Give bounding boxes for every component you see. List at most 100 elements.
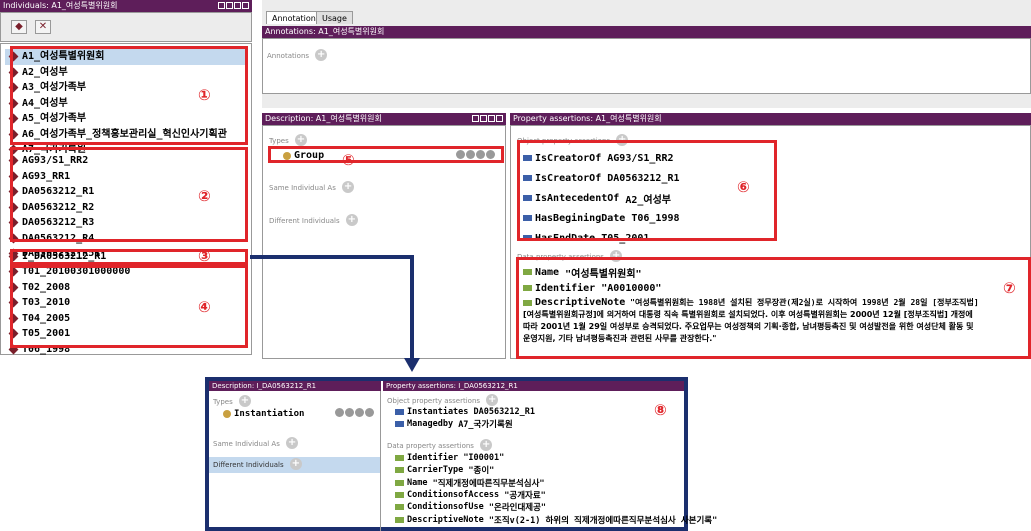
property-row[interactable]: ConditionsofUse "온라인대제공" — [395, 501, 717, 513]
bottom-data-label: Data property assertions — [387, 442, 474, 450]
bottom-class-icon — [223, 410, 231, 418]
bottom-add-same-icon[interactable]: + — [286, 437, 299, 449]
property-titlebar: Property assertions: A1_여성특별위원회 — [510, 113, 1031, 125]
bottom-data-list: Identifier "I00001" CarrierType "종이" Name … — [395, 452, 717, 526]
bottom-add-data-icon[interactable]: + — [480, 439, 493, 451]
highlight-box-5 — [268, 146, 504, 163]
property-value: "조직v(2-1) 하위의 직제개정에따른직무분석심사 사본기록" — [488, 515, 718, 526]
property-name: Instantiates — [407, 407, 469, 417]
annotations-label: Annotations — [267, 52, 310, 60]
bottom-types-label: Types — [213, 398, 233, 406]
property-name: Name — [407, 477, 428, 488]
tab-bar — [262, 0, 1031, 26]
link-arrow — [250, 255, 420, 372]
annotations-title: Annotations: A1_여성특별위원회 — [265, 27, 385, 36]
bottom-add-type-icon[interactable]: + — [238, 395, 251, 407]
callout-6: ⑥ — [737, 178, 750, 196]
object-prop-icon — [395, 421, 404, 427]
bottom-different-row[interactable]: Different Individuals + — [209, 457, 380, 473]
object-prop-icon — [395, 409, 404, 415]
highlight-box-4 — [10, 265, 248, 348]
types-label: Types — [269, 137, 289, 145]
property-value: "종이" — [468, 466, 495, 477]
property-row[interactable]: Instantiates DA0563212_R1 — [395, 406, 535, 418]
bottom-object-header: Object property assertions + — [387, 394, 499, 406]
property-value: DA0563212_R1 — [473, 407, 535, 417]
different-individuals-label: Different Individuals — [269, 217, 340, 225]
data-prop-icon — [395, 467, 404, 474]
property-value: "온라인대제공" — [488, 503, 547, 514]
property-value: "직제개정에따른직무분석심사" — [432, 478, 545, 489]
bottom-props-titlebar: Property assertions: I_DA0563212_R1 — [383, 381, 684, 391]
bottom-type-value: Instantiation — [234, 409, 305, 419]
data-prop-icon — [395, 492, 404, 499]
tab-usage[interactable]: Usage — [316, 11, 353, 24]
data-prop-icon — [395, 479, 404, 486]
same-individual-header: Same Individual As + — [269, 181, 355, 193]
bottom-add-different-icon[interactable]: + — [289, 458, 302, 470]
description-title: Description: A1_여성특별위원회 — [265, 114, 382, 123]
highlight-box-7 — [516, 257, 1031, 359]
same-individual-label: Same Individual As — [269, 184, 336, 192]
individuals-title: Individuals: A1_여성특별위원회 — [3, 1, 118, 10]
bottom-type-controls[interactable] — [334, 408, 374, 420]
callout-8: ⑧ — [654, 401, 667, 419]
description-titlebar: Description: A1_여성특별위원회 — [262, 113, 506, 125]
data-prop-icon — [395, 504, 404, 511]
description-window-buttons[interactable] — [472, 115, 503, 122]
bottom-types-header: Types + — [213, 395, 251, 407]
property-row[interactable]: Identifier "I00001" — [395, 452, 717, 464]
individuals-toolbar: ◆ ✕ — [0, 12, 252, 42]
callout-1: ① — [198, 86, 211, 104]
property-name: Identifier — [407, 453, 459, 464]
bottom-different-label: Different Individuals — [213, 461, 284, 469]
property-title: Property assertions: A1_여성특별위원회 — [513, 114, 662, 123]
bottom-desc-title: Description: I_DA0563212_R1 — [212, 382, 317, 390]
property-row[interactable]: CarrierType "종이" — [395, 464, 717, 476]
data-prop-icon — [395, 455, 404, 462]
bottom-add-object-icon[interactable]: + — [486, 394, 499, 406]
property-row[interactable]: Name "직제개정에따른직무분석심사" — [395, 477, 717, 489]
bottom-props-title: Property assertions: I_DA0563212_R1 — [386, 382, 518, 390]
bottom-data-header: Data property assertions + — [387, 439, 493, 451]
add-type-icon[interactable]: + — [294, 134, 307, 146]
callout-7: ⑦ — [1003, 279, 1016, 297]
delete-individual-button[interactable]: ✕ — [35, 20, 51, 34]
bottom-panel: Description: I_DA0563212_R1 Types + Inst… — [205, 377, 717, 531]
bottom-object-label: Object property assertions — [387, 397, 481, 405]
property-row[interactable]: Managedby A7_국가기록원 — [395, 418, 535, 430]
types-header: Types + — [269, 134, 307, 146]
callout-2: ② — [198, 187, 211, 205]
property-name: ConditionsofAccess — [407, 490, 500, 501]
bottom-props-area: Object property assertions + Instantiate… — [383, 391, 717, 531]
annotations-titlebar: Annotations: A1_여성특별위원회 — [262, 26, 1031, 38]
property-row[interactable]: DescriptiveNote "조직v(2-1) 하위의 직제개정에따른직무분… — [395, 513, 718, 526]
highlight-box-2 — [10, 147, 248, 242]
add-same-individual-icon[interactable]: + — [342, 181, 355, 193]
annotations-header: Annotations + — [267, 49, 328, 61]
property-name: DescriptiveNote — [407, 514, 484, 525]
property-name: CarrierType — [407, 465, 464, 476]
highlight-box-3 — [10, 249, 248, 265]
bottom-type-row[interactable]: Instantiation — [223, 408, 378, 420]
bottom-same-label: Same Individual As — [213, 440, 280, 448]
property-value: "I00001" — [463, 453, 505, 464]
property-row[interactable]: ConditionsofAccess "공개자료" — [395, 489, 717, 501]
add-different-individual-icon[interactable]: + — [345, 214, 358, 226]
callout-3: ③ — [198, 247, 211, 265]
bottom-same-header: Same Individual As + — [213, 437, 299, 449]
callout-4: ④ — [198, 298, 211, 316]
highlight-box-1 — [10, 46, 248, 145]
individuals-titlebar: Individuals: A1_여성특별위원회 — [0, 0, 252, 12]
property-name: Managedby — [407, 419, 454, 429]
annotations-area: Annotations + — [262, 38, 1031, 94]
add-individual-button[interactable]: ◆ — [11, 20, 27, 34]
window-buttons[interactable] — [218, 2, 249, 9]
data-prop-icon — [395, 516, 404, 523]
bottom-desc-titlebar: Description: I_DA0563212_R1 — [209, 381, 381, 391]
bottom-desc-area: Types + Instantiation Same Individual As… — [209, 391, 381, 531]
add-annotation-icon[interactable]: + — [315, 49, 328, 61]
bottom-object-list: Instantiates DA0563212_R1 Managedby A7_국가… — [395, 406, 535, 430]
callout-5: ⑤ — [342, 151, 355, 169]
splitter — [262, 94, 1031, 108]
